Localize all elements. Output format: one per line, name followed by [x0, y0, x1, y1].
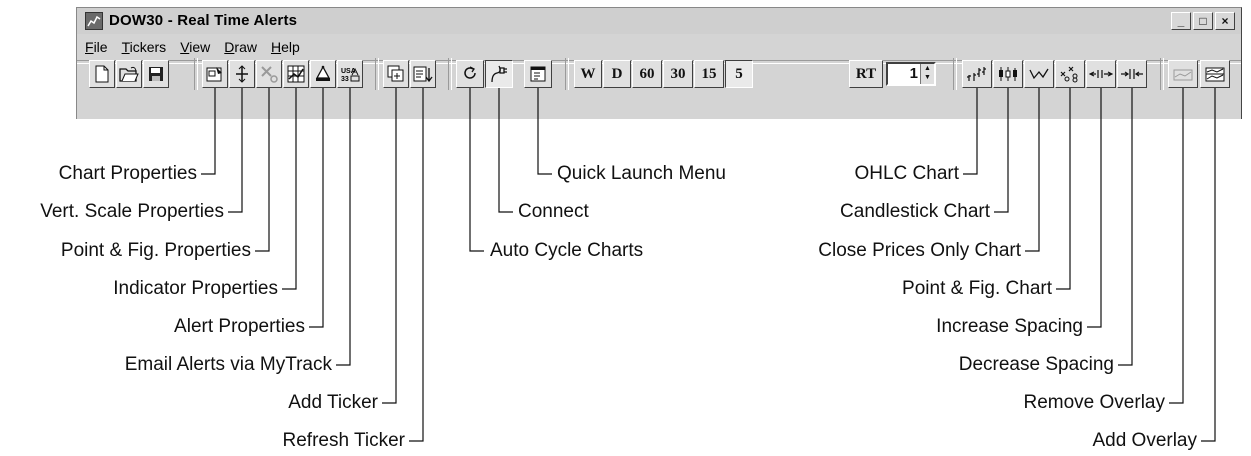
callout-increase-spacing: Increase Spacing [936, 316, 1083, 337]
callout-candlestick-chart: Candlestick Chart [840, 201, 990, 222]
leader-connect [498, 88, 513, 213]
callout-remove-overlay: Remove Overlay [1023, 392, 1166, 413]
callout-auto-cycle: Auto Cycle Charts [490, 240, 644, 261]
leader-quick-launch [537, 88, 552, 175]
leader-vert-scale [228, 88, 243, 213]
leader-decrease-spacing [1118, 88, 1133, 366]
leader-indicator-properties [282, 88, 297, 290]
callout-alert-properties: Alert Properties [174, 316, 305, 337]
callout-connect: Connect [518, 201, 589, 222]
callout-quick-launch: Quick Launch Menu [557, 163, 726, 184]
callout-chart-properties: Chart Properties [58, 163, 197, 184]
callout-vert-scale: Vert. Scale Properties [40, 201, 224, 222]
leader-auto-cycle [469, 88, 484, 252]
callout-refresh-ticker: Refresh Ticker [282, 430, 405, 451]
callout-close-prices-chart: Close Prices Only Chart [818, 240, 1021, 261]
callout-decrease-spacing: Decrease Spacing [958, 354, 1114, 375]
leader-refresh-ticker [409, 88, 424, 442]
leader-alert-properties [309, 88, 324, 328]
leader-remove-overlay [1169, 88, 1184, 404]
leader-add-overlay [1201, 88, 1216, 442]
leader-add-ticker [382, 88, 397, 404]
callout-add-overlay: Add Overlay [1092, 430, 1197, 451]
callout-leaders [201, 88, 1216, 442]
callout-point-fig-chart: Point & Fig. Chart [902, 278, 1052, 299]
leader-point-fig-properties [255, 88, 270, 252]
leader-point-fig-chart [1056, 88, 1071, 290]
leader-ohlc-chart [963, 88, 978, 175]
callout-point-fig-properties: Point & Fig. Properties [60, 240, 251, 261]
callout-ohlc-chart: OHLC Chart [854, 163, 959, 184]
leader-close-prices-chart [1025, 88, 1040, 252]
leader-email-alerts [336, 88, 351, 366]
leader-chart-properties [201, 88, 216, 175]
leader-increase-spacing [1087, 88, 1102, 328]
callout-indicator-properties: Indicator Properties [113, 278, 278, 299]
callout-add-ticker: Add Ticker [288, 392, 378, 413]
leader-candlestick-chart [994, 88, 1009, 213]
callout-email-alerts: Email Alerts via MyTrack [124, 354, 332, 375]
